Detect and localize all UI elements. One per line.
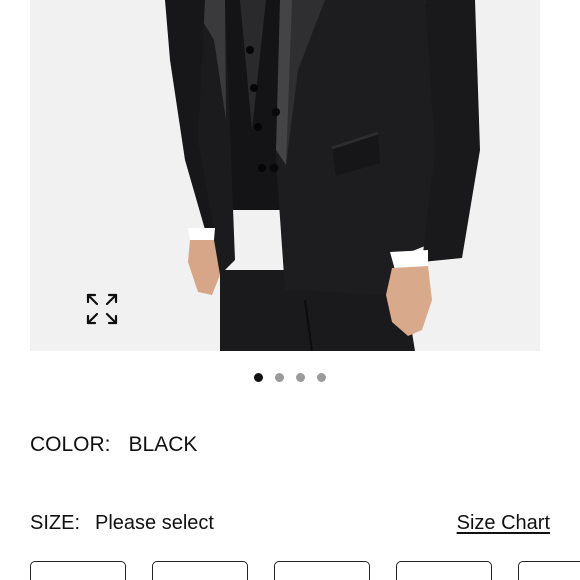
zoom-button[interactable]	[84, 291, 120, 327]
size-option[interactable]	[152, 561, 248, 580]
product-detail-page: COLOR: BLACK SIZE: Please select Size Char…	[0, 0, 580, 580]
size-value: Please select	[95, 512, 214, 534]
size-option[interactable]	[274, 561, 370, 580]
product-image[interactable]	[30, 0, 540, 351]
size-options	[0, 561, 580, 580]
color-selector: COLOR: BLACK	[30, 431, 197, 459]
color-value: BLACK	[128, 433, 198, 456]
size-option[interactable]	[396, 561, 492, 580]
color-label: COLOR:	[30, 433, 111, 456]
size-selector: SIZE: Please select Size Chart	[30, 509, 550, 537]
carousel-dot[interactable]	[254, 373, 263, 382]
carousel-dots	[0, 373, 580, 383]
expand-arrows-icon	[86, 293, 118, 325]
size-chart-link[interactable]: Size Chart	[457, 509, 550, 537]
size-option[interactable]	[518, 561, 580, 580]
size-option[interactable]	[30, 561, 126, 580]
carousel-dot[interactable]	[296, 373, 305, 382]
carousel-dot[interactable]	[317, 373, 326, 382]
carousel-dot[interactable]	[275, 373, 284, 382]
size-label: SIZE:	[30, 512, 81, 534]
